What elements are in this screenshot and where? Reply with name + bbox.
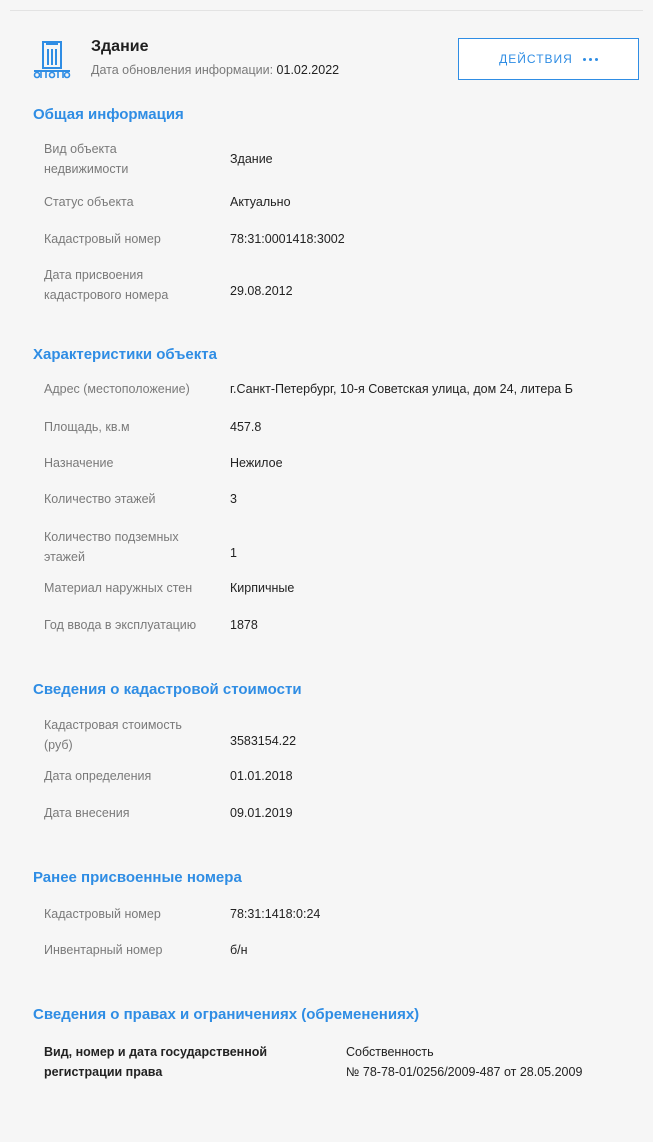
info-row: Кадастровый номер 78:31:0001418:3002 — [44, 229, 624, 249]
row-value: Актуально — [230, 195, 291, 209]
info-row: Дата внесения 09.01.2019 — [44, 803, 624, 823]
row-value: 3 — [230, 492, 237, 506]
row-label: Количество подземных этажей — [44, 530, 179, 564]
info-row: Кадастровый номер 78:31:1418:0:24 — [44, 904, 624, 924]
row-label: Кадастровый номер — [44, 907, 161, 921]
row-label: Адрес (местоположение) — [44, 382, 190, 396]
top-divider — [10, 10, 643, 11]
rights-value: Собственность № 78-78-01/0256/2009-487 о… — [346, 1042, 582, 1082]
row-label: Материал наружных стен — [44, 581, 193, 595]
object-title: Здание — [91, 38, 149, 55]
section-title-characteristics: Характеристики объекта — [33, 346, 217, 363]
info-row: Дата присвоения кадастрового номера 29.0… — [44, 264, 624, 306]
update-date: 01.02.2022 — [276, 63, 340, 77]
actions-button[interactable]: ДЕЙСТВИЯ — [458, 38, 639, 80]
info-row: Кадастровая стоимость (руб) 3583154.22 — [44, 714, 624, 756]
row-label: Количество этажей — [44, 492, 156, 506]
row-label: Площадь, кв.м — [44, 420, 130, 434]
info-row: Материал наружных стен Кирпичные — [44, 578, 624, 598]
row-value: Здание — [230, 152, 273, 166]
actions-label: ДЕЙСТВИЯ — [499, 52, 573, 66]
info-row: Год ввода в эксплуатацию 1878 — [44, 615, 624, 635]
row-label: Дата внесения — [44, 806, 130, 820]
row-value: 78:31:1418:0:24 — [230, 907, 321, 921]
row-label: Дата присвоения кадастрового номера — [44, 268, 169, 302]
info-row: Количество подземных этажей 1 — [44, 526, 624, 568]
row-value: 457.8 — [230, 420, 262, 434]
row-value: 1 — [230, 546, 237, 560]
rights-type: Собственность — [346, 1045, 434, 1059]
section-title-general: Общая информация — [33, 106, 184, 123]
row-value: Нежилое — [230, 456, 283, 470]
info-row: Назначение Нежилое — [44, 453, 624, 473]
row-value: 1878 — [230, 618, 258, 632]
row-value: г.Санкт-Петербург, 10-я Советская улица,… — [230, 382, 573, 396]
row-value: Кирпичные — [230, 581, 295, 595]
info-row: Количество этажей 3 — [44, 489, 624, 509]
row-value: 3583154.22 — [230, 734, 297, 748]
row-label: Дата определения — [44, 769, 152, 783]
row-label: Назначение — [44, 456, 114, 470]
info-row: Адрес (местоположение) г.Санкт-Петербург… — [44, 379, 624, 399]
row-value: 09.01.2019 — [230, 806, 293, 820]
object-header: Здание Дата обновления информации: 01.02… — [33, 38, 639, 80]
section-title-cadastral-value: Сведения о кадастровой стоимости — [33, 681, 302, 698]
building-icon — [33, 41, 71, 79]
info-row: Инвентарный номер б/н — [44, 940, 624, 960]
row-label: Кадастровая стоимость (руб) — [44, 718, 182, 752]
row-label: Инвентарный номер — [44, 943, 163, 957]
info-row: Дата определения 01.01.2018 — [44, 766, 624, 786]
row-label: Статус объекта — [44, 195, 134, 209]
update-label: Дата обновления информации: — [91, 63, 274, 77]
section-title-rights: Сведения о правах и ограничениях (обреме… — [33, 1006, 420, 1023]
rights-label: Вид, номер и дата государственной регист… — [44, 1045, 268, 1079]
row-value: 78:31:0001418:3002 — [230, 232, 345, 246]
row-label: Год ввода в эксплуатацию — [44, 618, 197, 632]
info-row: Статус объекта Актуально — [44, 192, 624, 212]
info-row: Площадь, кв.м 457.8 — [44, 417, 624, 437]
row-value: 29.08.2012 — [230, 284, 293, 298]
update-info: Дата обновления информации: 01.02.2022 — [91, 63, 339, 77]
info-row: Вид объекта недвижимости Здание — [44, 138, 624, 180]
row-value: 01.01.2018 — [230, 769, 293, 783]
row-label: Кадастровый номер — [44, 232, 161, 246]
row-value: б/н — [230, 943, 248, 957]
section-title-previous-numbers: Ранее присвоенные номера — [33, 869, 242, 886]
more-dots-icon — [582, 57, 598, 61]
rights-registration: № 78-78-01/0256/2009-487 от 28.05.2009 — [346, 1065, 583, 1079]
row-label: Вид объекта недвижимости — [44, 142, 129, 176]
